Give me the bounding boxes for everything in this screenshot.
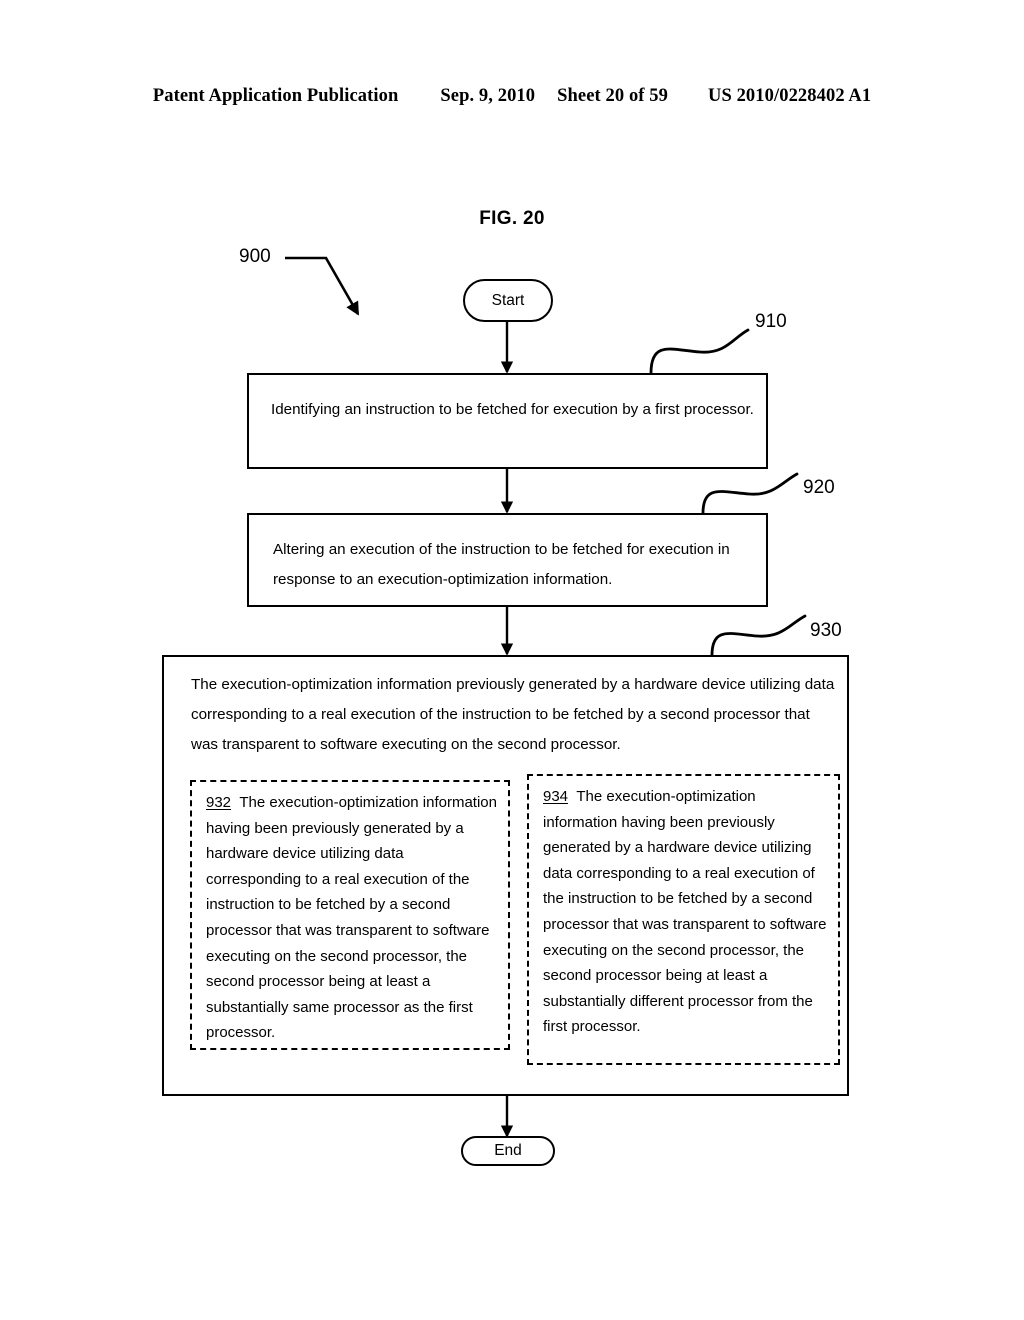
reference-label-930: 930 [810, 620, 842, 641]
flow-step-930: The execution-optimization information p… [162, 655, 849, 1096]
start-label: Start [491, 291, 525, 309]
leader-line-920 [701, 472, 799, 515]
figure-title: FIG. 20 [479, 208, 545, 229]
flow-substep-932: 932 The execution-optimization informati… [190, 780, 510, 1050]
flow-step-920-text: Altering an execution of the instruction… [273, 541, 730, 588]
leader-line-910 [649, 328, 750, 375]
leader-line-900 [285, 256, 360, 316]
reference-label-910: 910 [755, 311, 787, 332]
flow-step-930-text: The execution-optimization information p… [191, 676, 835, 753]
publication-date: Sep. 9, 2010 [440, 86, 536, 106]
flow-substep-932-ref: 932 [206, 794, 232, 811]
flow-substep-934-body: The execution-optimization information h… [543, 788, 827, 1036]
reference-label-920: 920 [803, 477, 835, 498]
page-header: Patent Application Publication Sep. 9, 2… [0, 86, 1024, 112]
flow-step-910: Identifying an instruction to be fetched… [247, 373, 768, 469]
flow-substep-932-body: The execution-optimization information h… [206, 794, 497, 1042]
flow-substep-934-ref: 934 [543, 788, 569, 805]
end-label: End [494, 1142, 522, 1159]
flow-step-920: Altering an execution of the instruction… [247, 513, 768, 607]
leader-line-930 [710, 614, 807, 657]
flow-terminal-end: End [461, 1136, 555, 1166]
flow-substep-932-text: 932 The execution-optimization informati… [206, 790, 498, 1046]
patent-number: US 2010/0228402 A1 [708, 86, 872, 106]
diagram-reference-900: 900 [239, 246, 271, 267]
flow-step-910-text: Identifying an instruction to be fetched… [271, 401, 754, 418]
publication-title: Patent Application Publication [152, 86, 399, 106]
flow-terminal-start: Start [463, 279, 553, 322]
flow-substep-934: 934 The execution-optimization informati… [527, 774, 840, 1065]
sheet-number: Sheet 20 of 59 [557, 86, 668, 106]
flow-substep-934-text: 934 The execution-optimization informati… [543, 784, 831, 1040]
